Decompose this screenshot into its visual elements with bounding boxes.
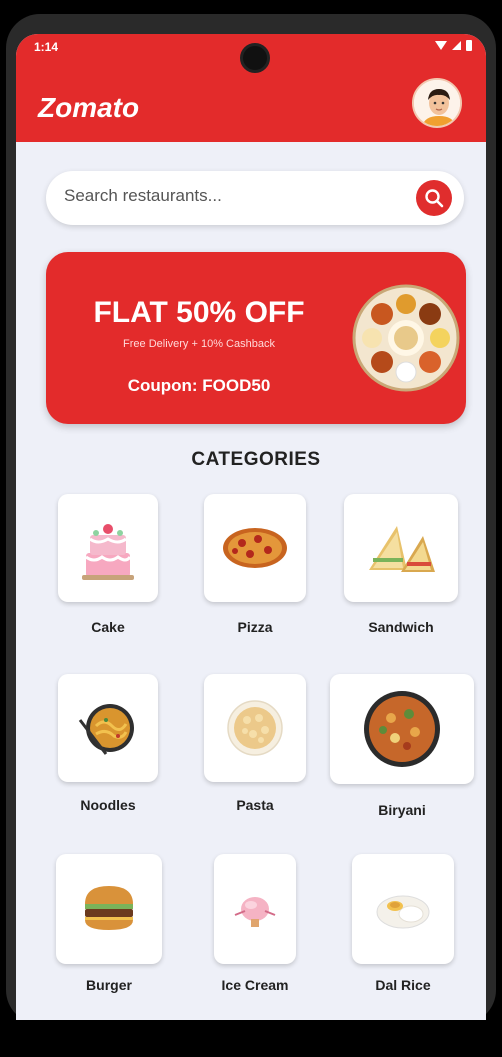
- category-card-biryani[interactable]: [330, 674, 474, 784]
- category-label: Cake: [91, 619, 125, 635]
- category-card-burger[interactable]: [56, 854, 162, 964]
- thali-icon: [352, 284, 460, 392]
- sandwich-icon: [369, 526, 435, 572]
- category-card-ice-cream[interactable]: [214, 854, 296, 964]
- category-label: Pizza: [237, 619, 273, 635]
- cake-icon: [82, 524, 134, 580]
- category-card-dal-rice[interactable]: [352, 854, 454, 964]
- search-icon: [425, 189, 444, 208]
- category-card-cake[interactable]: [58, 494, 158, 602]
- categories-title: CATEGORIES: [191, 449, 321, 470]
- noodles-icon: [78, 704, 134, 755]
- user-avatar-icon: [414, 80, 460, 126]
- category-label: Noodles: [80, 797, 136, 813]
- status-time: 1:14: [34, 40, 59, 54]
- pizza-icon: [223, 528, 287, 568]
- category-card-pizza[interactable]: [204, 494, 306, 602]
- pasta-icon: [227, 700, 283, 756]
- category-label: Sandwich: [368, 619, 434, 635]
- app-bar: 1:14 Zomato: [16, 34, 486, 142]
- burger-icon: [85, 886, 133, 930]
- category-label: Pasta: [236, 797, 274, 813]
- biryani-icon: [364, 691, 440, 767]
- signal-icon: [452, 41, 461, 50]
- category-card-pasta[interactable]: [204, 674, 306, 782]
- battery-icon: [466, 40, 472, 51]
- category-label: Dal Rice: [375, 977, 431, 993]
- camera-notch: [240, 43, 270, 73]
- avatar[interactable]: [412, 78, 462, 128]
- app-screen: 1:14 Zomato Search restaurants... FLAT 5…: [16, 34, 486, 1020]
- banner-coupon: Coupon: FOOD50: [127, 376, 271, 395]
- bottom-bar: [0, 1020, 502, 1057]
- category-card-sandwich[interactable]: [344, 494, 458, 602]
- ice-cream-icon: [234, 897, 276, 927]
- offer-banner[interactable]: FLAT 50% OFF Free Delivery + 10% Cashbac…: [46, 252, 466, 424]
- category-label: Burger: [86, 977, 132, 993]
- search-input[interactable]: [64, 186, 394, 206]
- search-bar[interactable]: [46, 171, 464, 225]
- category-label: Biryani: [378, 802, 426, 818]
- app-title: Zomato: [38, 92, 140, 123]
- banner-subtitle: Free Delivery + 10% Cashback: [123, 338, 275, 350]
- category-card-noodles[interactable]: [58, 674, 158, 782]
- dal-rice-icon: [376, 895, 430, 929]
- wifi-icon: [435, 41, 447, 50]
- category-label: Ice Cream: [221, 977, 289, 993]
- status-icons: [435, 40, 472, 51]
- banner-title: FLAT 50% OFF: [93, 296, 305, 329]
- search-button[interactable]: [416, 180, 452, 216]
